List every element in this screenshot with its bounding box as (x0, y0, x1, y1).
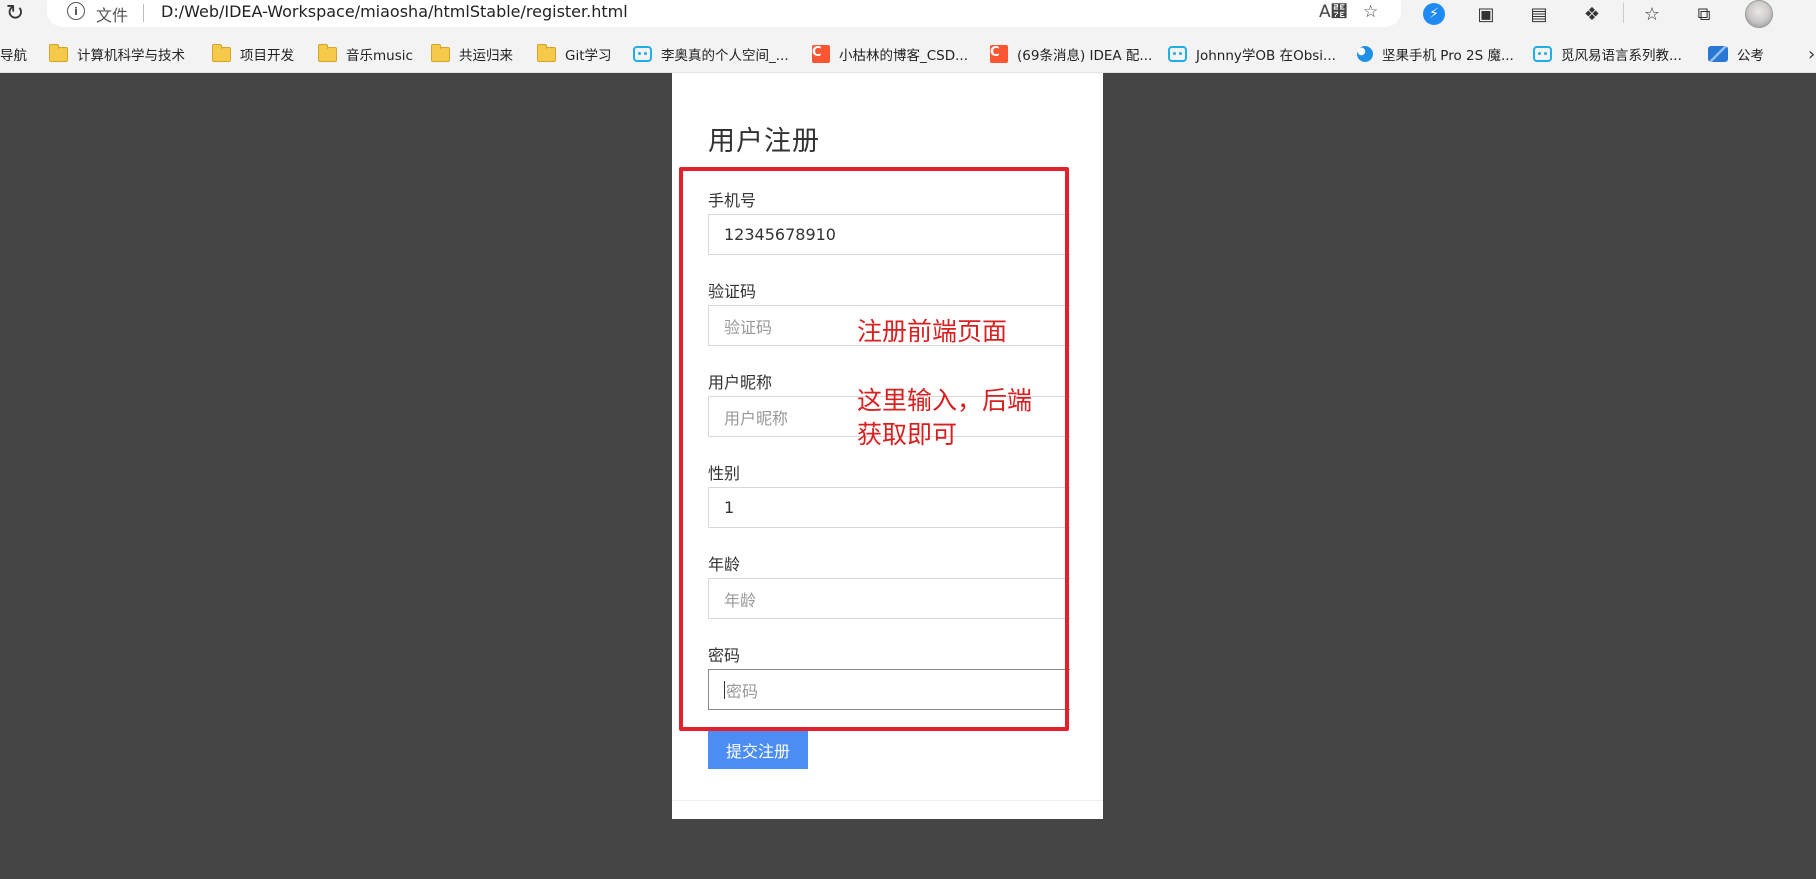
annotation-note-line2: 获取即可 (857, 420, 958, 449)
verification-code-placeholder: 验证码 (724, 317, 773, 337)
bookmark-folder[interactable]: 计算机科学与技术 (49, 35, 185, 73)
age-placeholder: 年龄 (724, 590, 757, 610)
file-label: 文件 (96, 6, 129, 25)
bilibili-icon (1533, 46, 1552, 62)
bookmark-item[interactable]: 觅风易语言系列教... (1533, 35, 1682, 73)
bookmark-folder[interactable]: Git学习 (537, 35, 612, 73)
add-favorite-icon[interactable]: ☆ (1363, 2, 1378, 22)
bookmark-item[interactable]: 李奥真的个人空间_... (633, 35, 789, 73)
url-text[interactable]: D:/Web/IDEA-Workspace/miaosha/htmlStable… (161, 2, 628, 21)
age-label: 年龄 (708, 555, 741, 574)
bookmark-label: 导航 (0, 48, 27, 64)
page-title: 用户注册 (708, 126, 820, 157)
folder-icon (49, 43, 68, 62)
bookmark-item[interactable]: Johnny学OB 在Obsi... (1168, 35, 1336, 73)
phone-input[interactable]: 12345678910 (708, 214, 1070, 255)
nickname-label: 用户昵称 (708, 373, 773, 392)
address-separator (143, 4, 144, 22)
nickname-placeholder: 用户昵称 (724, 408, 789, 428)
bookmark-label: 觅风易语言系列教... (1561, 48, 1682, 64)
gender-input[interactable]: 1 (708, 487, 1070, 528)
csdn-icon: C (812, 45, 830, 63)
bookmark-item[interactable]: C (69条消息) IDEA 配... (990, 35, 1152, 73)
phone-value: 12345678910 (724, 225, 836, 244)
address-bar[interactable]: i 文件 D:/Web/IDEA-Workspace/miaosha/htmlS… (47, 0, 1401, 27)
text-caret (724, 680, 725, 699)
bilibili-icon (1168, 46, 1187, 62)
bookmark-label: (69条消息) IDEA 配... (1017, 48, 1153, 64)
bookmark-label: 音乐music (346, 48, 413, 64)
bookmark-item[interactable]: 公考 (1708, 35, 1764, 73)
annotation-note-line1: 这里输入，后端 (857, 386, 1033, 415)
bookmark-item[interactable]: ● 坚果手机 Pro 2S 魔... (1357, 35, 1514, 73)
favorites-icon[interactable]: ☆ (1639, 1, 1665, 27)
jianguo-icon: ● (1357, 46, 1373, 62)
verification-code-label: 验证码 (708, 282, 757, 301)
annotation-note-title: 注册前端页面 (857, 317, 1008, 346)
bookmark-item[interactable]: 导航 (0, 35, 27, 73)
bookmark-label: 公考 (1737, 48, 1764, 64)
folder-icon (431, 43, 450, 62)
bookmarks-bar: 导航 计算机科学与技术 项目开发 音乐music 共运归来 Git学习 李奥真的… (0, 35, 1816, 73)
lightning-extension-icon[interactable]: ⚡ (1421, 1, 1447, 27)
password-label: 密码 (708, 646, 741, 665)
info-icon[interactable]: i (67, 2, 85, 20)
profile-avatar[interactable] (1745, 0, 1773, 28)
bookmark-folder[interactable]: 项目开发 (212, 35, 294, 73)
bookmark-label: 坚果手机 Pro 2S 魔... (1382, 48, 1514, 64)
phone-label: 手机号 (708, 191, 757, 210)
bookmark-item[interactable]: C 小枯林的博客_CSD... (812, 35, 968, 73)
age-input[interactable]: 年龄 (708, 578, 1070, 619)
folder-icon (537, 43, 556, 62)
bookmark-folder[interactable]: 音乐music (318, 35, 413, 73)
bookmark-label: 李奥真的个人空间_... (661, 48, 789, 64)
folder-icon (318, 43, 337, 62)
gongkao-icon (1708, 46, 1728, 62)
read-aloud-icon[interactable]: A⹾ (1319, 2, 1348, 22)
gender-value: 1 (724, 498, 735, 517)
collections-icon[interactable]: ⧉ (1691, 1, 1717, 27)
browser-toolbar: ↻ i 文件 D:/Web/IDEA-Workspace/miaosha/htm… (0, 0, 1816, 35)
reload-icon[interactable]: ↻ (2, 1, 28, 27)
extensions-puzzle-icon[interactable]: ❖ (1579, 1, 1605, 27)
folder-icon (212, 43, 231, 62)
bookmark-label: 计算机科学与技术 (77, 48, 185, 64)
extension-icon[interactable]: ▣ (1473, 1, 1499, 27)
bilibili-icon (633, 46, 652, 62)
card-divider (672, 800, 1103, 801)
csdn-icon: C (990, 45, 1008, 63)
bookmark-label: 小枯林的博客_CSD... (839, 48, 969, 64)
toolbar-separator (1623, 3, 1624, 23)
bookmark-label: Johnny学OB 在Obsi... (1196, 48, 1336, 64)
bookmark-folder[interactable]: 共运归来 (431, 35, 513, 73)
gender-label: 性别 (708, 464, 741, 483)
bookmark-label: 项目开发 (240, 48, 294, 64)
bookmarks-overflow-icon[interactable]: › (1808, 35, 1815, 73)
reader-mode-icon[interactable]: ▤ (1526, 1, 1552, 27)
password-input[interactable]: 密码 (708, 669, 1070, 710)
submit-register-button[interactable]: 提交注册 (708, 731, 808, 769)
password-placeholder: 密码 (726, 681, 759, 701)
bookmark-label: Git学习 (565, 48, 612, 64)
bookmark-label: 共运归来 (459, 48, 513, 64)
